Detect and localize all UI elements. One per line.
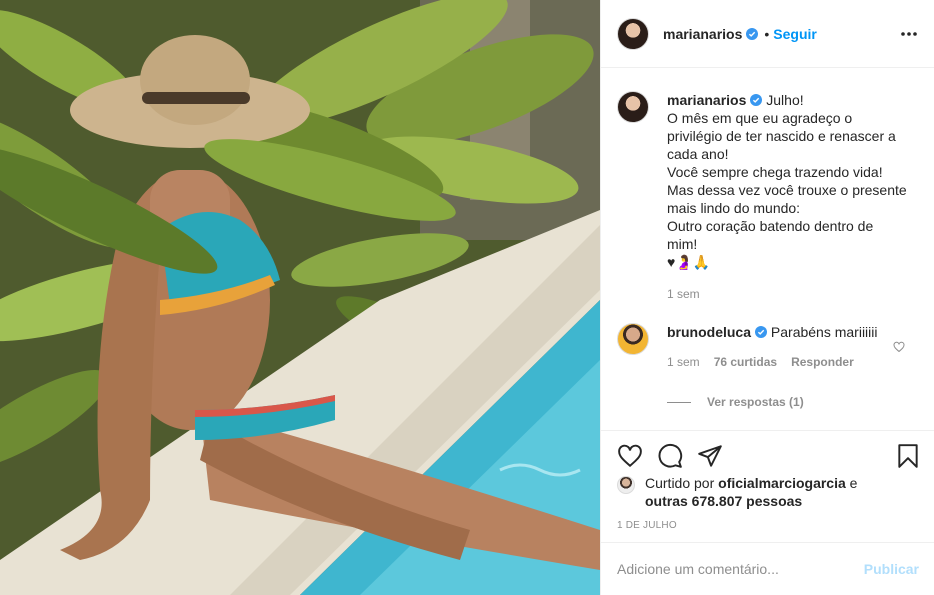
post-photo[interactable] — [0, 0, 600, 595]
caption-line: O mês em que eu agradeço o — [667, 110, 853, 126]
caption-time[interactable]: 1 sem — [667, 285, 700, 303]
caption-line: Outro coração batendo dentro de — [667, 218, 874, 234]
comment-meta: 1 sem 76 curtidas Responder — [667, 353, 917, 371]
reply-button[interactable]: Responder — [791, 353, 854, 371]
comment-text: Parabéns mariiiiii — [770, 324, 878, 340]
comment-item: brunodeluca Parabéns mariiiiii 1 sem 76 … — [617, 303, 919, 371]
view-replies-label: Ver respostas (1) — [707, 395, 804, 409]
caption-emoji-line: ♥🤰🙏 — [667, 254, 711, 270]
post-header: marianarios • Seguir — [601, 0, 934, 68]
commenter-username[interactable]: brunodeluca — [667, 324, 751, 340]
verified-badge-icon — [755, 326, 768, 338]
publish-button[interactable]: Publicar — [864, 561, 919, 577]
comment-time[interactable]: 1 sem — [667, 353, 700, 371]
author-username[interactable]: marianarios — [663, 26, 742, 42]
caption-body: marianarios Julho! O mês em que eu agrad… — [667, 91, 917, 303]
separator-dot: • — [764, 25, 770, 42]
caption-line: mim! — [667, 236, 698, 252]
likes-conjunction: e — [849, 475, 858, 491]
photo-illustration — [0, 0, 600, 595]
post-date[interactable]: 1 DE JULHO — [617, 520, 677, 531]
caption-avatar[interactable] — [617, 91, 649, 123]
liker-avatar[interactable] — [617, 476, 635, 494]
bookmark-icon[interactable] — [895, 443, 921, 469]
caption-meta: 1 sem — [667, 285, 917, 303]
follow-button[interactable]: Seguir — [773, 26, 817, 42]
verified-badge-icon — [746, 27, 759, 40]
caption-line: cada ano! — [667, 146, 729, 162]
commenter-avatar[interactable] — [617, 323, 649, 355]
share-icon[interactable] — [697, 443, 723, 469]
comment-body: brunodeluca Parabéns mariiiiii 1 sem 76 … — [667, 323, 917, 371]
caption-username[interactable]: marianarios — [667, 92, 746, 108]
author-avatar[interactable] — [617, 17, 649, 50]
likes-text: Curtido por oficialmarciogarcia e outras… — [645, 474, 857, 510]
comments-section[interactable]: marianarios Julho! O mês em que eu agrad… — [601, 69, 934, 429]
caption-text: marianarios Julho! O mês em que eu agrad… — [667, 91, 917, 271]
caption: marianarios Julho! O mês em que eu agrad… — [617, 69, 919, 303]
small-heart-icon[interactable] — [893, 341, 905, 353]
comment-likes[interactable]: 76 curtidas — [714, 353, 777, 371]
caption-line: Julho! — [766, 92, 804, 108]
post-side-panel: marianarios • Seguir marianarios Julho! — [600, 0, 934, 595]
verified-badge-icon — [750, 94, 763, 106]
add-comment-bar: Publicar — [601, 542, 934, 595]
caption-line: mais lindo do mundo: — [667, 200, 801, 216]
action-bar — [601, 430, 934, 480]
likes-others[interactable]: outras 678.807 pessoas — [645, 493, 802, 509]
heart-icon[interactable] — [617, 443, 643, 469]
instagram-post: marianarios • Seguir marianarios Julho! — [0, 0, 934, 595]
replies-divider — [667, 401, 691, 403]
comment-icon[interactable] — [657, 443, 683, 469]
comment-input[interactable] — [617, 561, 864, 577]
caption-line: privilégio de ter nascido e renascer a — [667, 128, 896, 144]
more-options-icon[interactable] — [899, 24, 919, 44]
caption-line: Você sempre chega trazendo vida! — [667, 164, 883, 180]
caption-line: Mas dessa vez você trouxe o presente — [667, 182, 907, 198]
likes-summary: Curtido por oficialmarciogarcia e outras… — [617, 474, 917, 510]
likes-prefix: Curtido por — [645, 475, 715, 491]
view-replies-button[interactable]: Ver respostas (1) — [667, 395, 919, 409]
liker-username[interactable]: oficialmarciogarcia — [718, 475, 846, 491]
